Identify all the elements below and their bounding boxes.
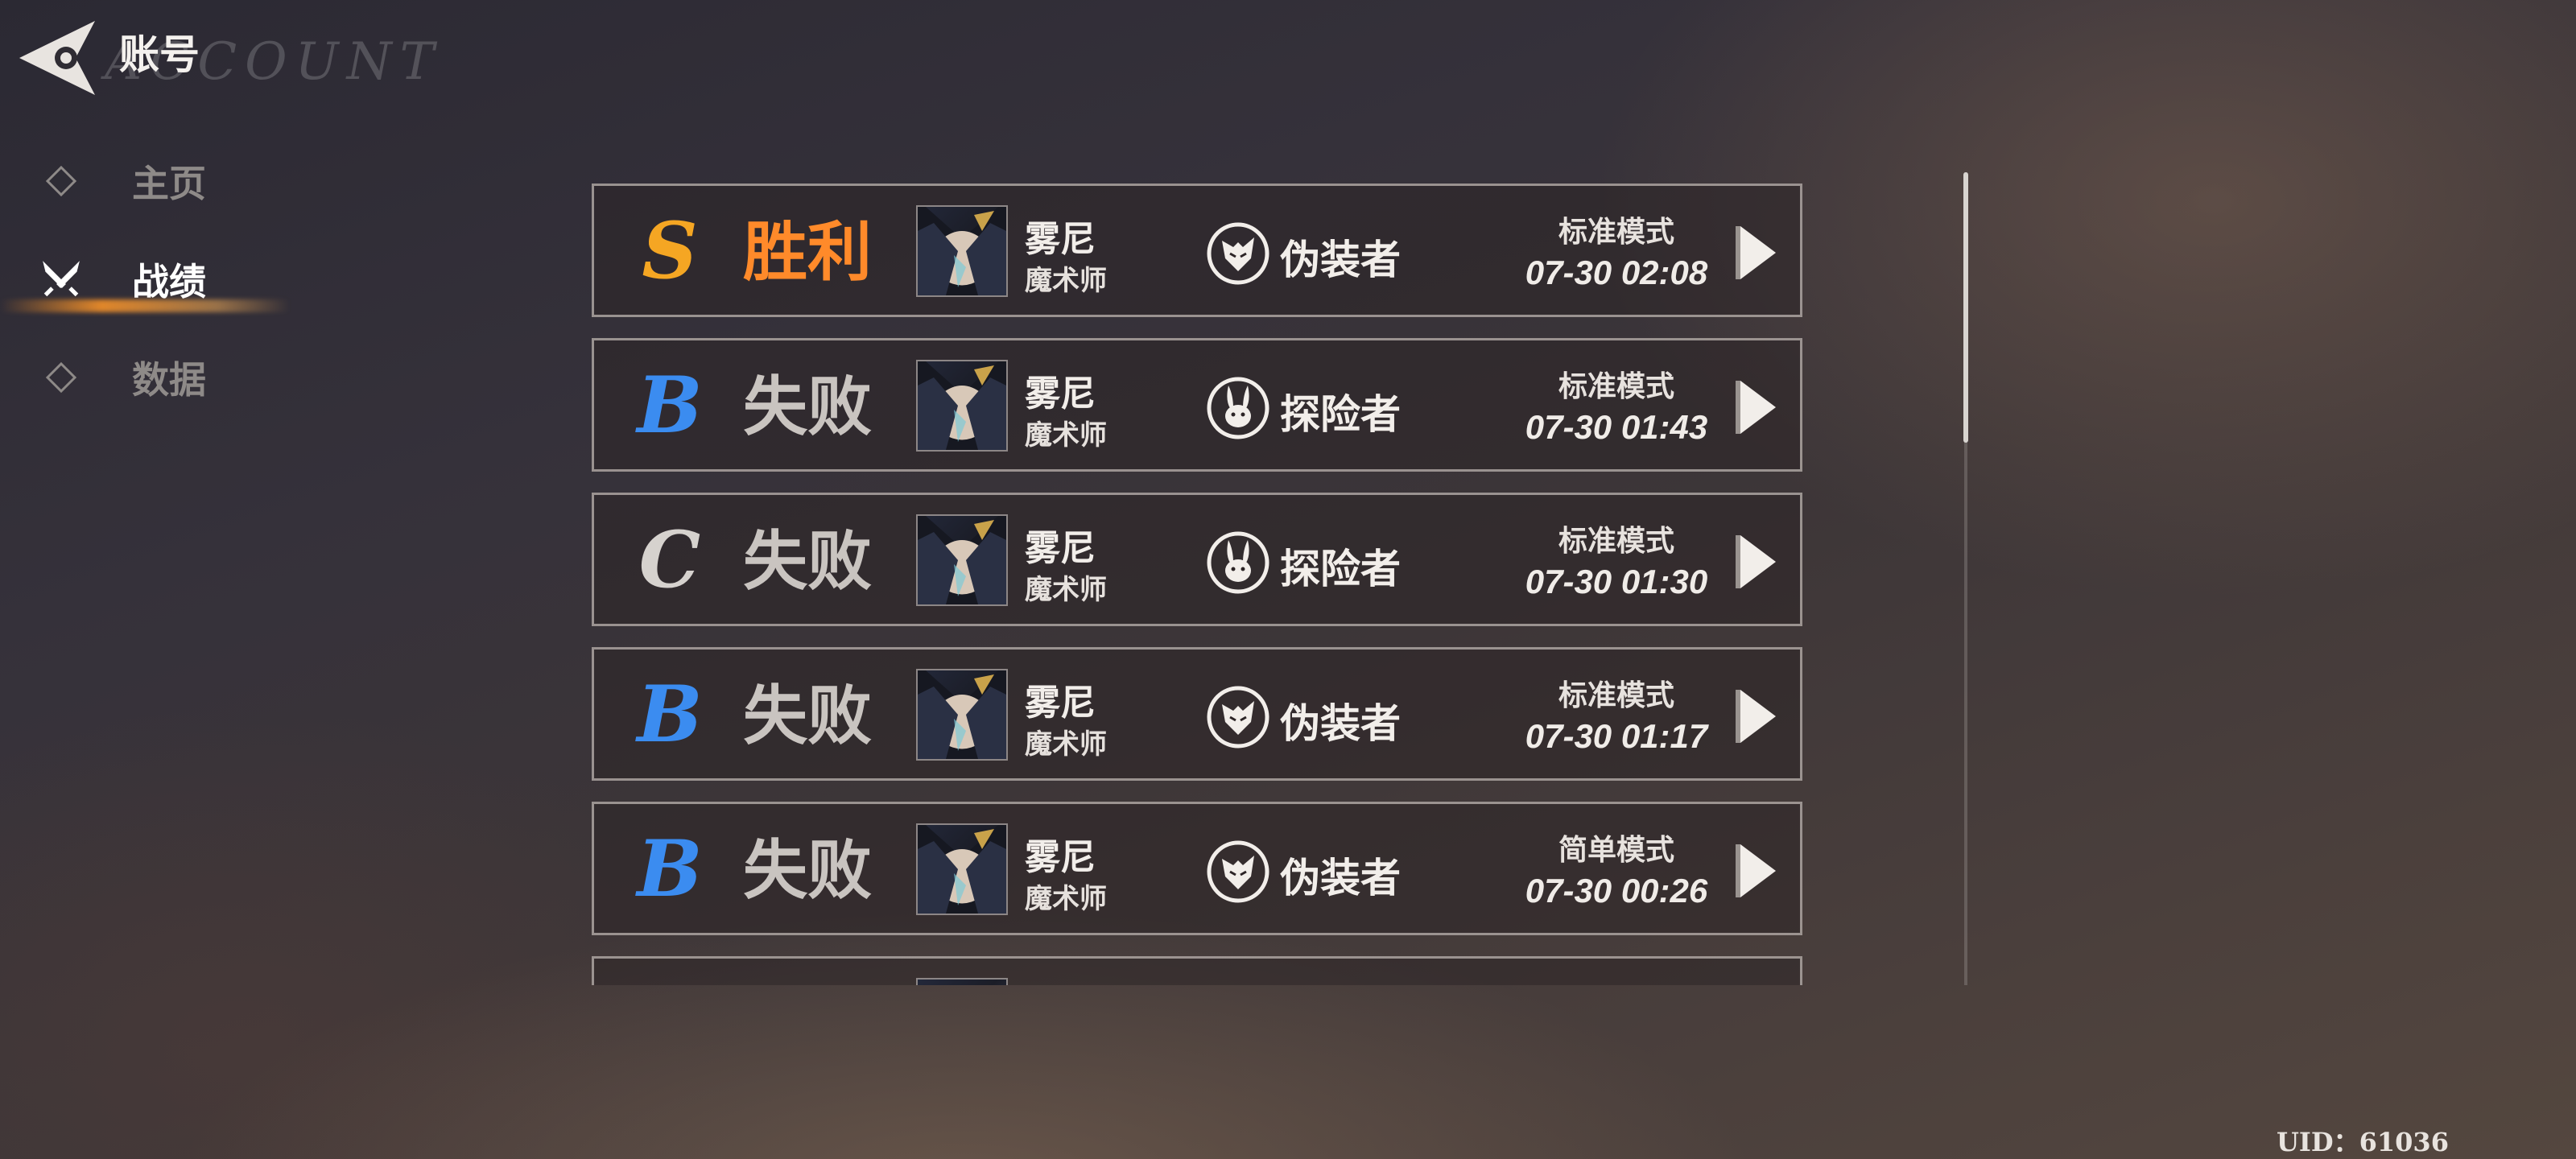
match-row[interactable]: B 失败 雾尼 魔术师 伪装者 标准模式 07-30 01:17 <box>592 647 1802 781</box>
sidebar-item-data[interactable]: 数据 <box>0 341 290 414</box>
sidebar-item-home[interactable]: 主页 <box>0 145 290 217</box>
svg-text:S: S <box>642 212 697 292</box>
character-name: 雾尼 <box>1025 219 1096 260</box>
rabbit-icon <box>1207 531 1269 594</box>
rank-b-icon: B <box>634 675 702 756</box>
character-name: 雾尼 <box>1025 683 1096 724</box>
svg-text:C: C <box>639 521 700 601</box>
rank-s-icon: S <box>642 212 697 292</box>
fox-mask-icon <box>1207 222 1269 285</box>
svg-text:B: B <box>634 675 702 756</box>
match-time: 07-30 01:43 <box>1525 408 1708 446</box>
crossed-swords-icon <box>39 257 84 302</box>
character-class: 魔术师 <box>1025 728 1107 761</box>
character-class: 魔术师 <box>1025 419 1107 452</box>
character-portrait <box>916 669 1008 761</box>
role-label: 伪装者 <box>1280 237 1401 283</box>
svg-text:B: B <box>634 366 702 447</box>
rank-c-icon: C <box>639 521 700 601</box>
character-portrait <box>916 205 1008 297</box>
result-label: 胜利 <box>743 214 872 290</box>
back-arrow-icon <box>19 21 95 95</box>
match-row[interactable]: C 失败 雾尼 魔术师 探险者 标准模式 07-30 01:30 <box>592 493 1802 626</box>
rank-b-icon: B <box>634 830 702 910</box>
match-row[interactable]: B 失败 雾尼 魔术师 伪装者 简单模式 07-30 00:26 <box>592 802 1802 935</box>
character-portrait <box>916 978 1008 985</box>
match-row[interactable]: B 失败 雾尼 魔术师 探险者 标准模式 07-30 01:43 <box>592 338 1802 472</box>
match-time: 07-30 01:30 <box>1525 563 1708 600</box>
diamond-icon <box>39 355 84 400</box>
sidebar-item-records[interactable]: 战绩 <box>0 243 290 316</box>
result-label: 失败 <box>743 678 872 753</box>
sidebar-item-label: 主页 <box>132 162 206 205</box>
match-row[interactable]: S 胜利 雾尼 魔术师 伪装者 标准模式 07-30 02:08 <box>592 184 1802 317</box>
role-label: 探险者 <box>1280 546 1401 592</box>
character-class: 魔术师 <box>1025 883 1107 915</box>
game-mode: 标准模式 <box>1558 216 1674 249</box>
fox-mask-icon <box>1207 686 1269 749</box>
match-time: 07-30 02:08 <box>1525 254 1708 291</box>
game-mode: 简单模式 <box>1558 834 1674 867</box>
sidebar-item-label: 数据 <box>132 358 206 402</box>
match-history-list[interactable]: S 胜利 雾尼 魔术师 伪装者 标准模式 07-30 02:08 B 失败 雾尼… <box>592 184 1807 985</box>
game-mode: 标准模式 <box>1558 525 1674 558</box>
rabbit-icon <box>1207 377 1269 439</box>
fox-mask-icon <box>1207 840 1269 903</box>
play-arrow-icon[interactable] <box>1732 532 1781 592</box>
character-portrait <box>916 823 1008 915</box>
diamond-icon <box>39 159 84 204</box>
character-class: 魔术师 <box>1025 265 1107 297</box>
character-portrait <box>916 514 1008 606</box>
uid-label: UID：61036 <box>2277 1127 2449 1157</box>
play-arrow-icon[interactable] <box>1732 223 1781 283</box>
sidebar-item-label: 战绩 <box>132 260 206 303</box>
play-arrow-icon[interactable] <box>1732 687 1781 746</box>
character-name: 雾尼 <box>1025 528 1096 569</box>
result-label: 失败 <box>743 523 872 599</box>
character-class: 魔术师 <box>1025 574 1107 606</box>
play-arrow-icon[interactable] <box>1732 377 1781 437</box>
game-mode: 标准模式 <box>1558 370 1674 403</box>
role-label: 伪装者 <box>1280 700 1401 747</box>
match-time: 07-30 00:26 <box>1525 872 1708 909</box>
svg-text:B: B <box>634 830 702 910</box>
page-title: 账号 <box>119 31 200 78</box>
rank-b-icon: B <box>634 366 702 447</box>
result-label: 失败 <box>743 832 872 908</box>
game-mode: 标准模式 <box>1558 679 1674 712</box>
character-name: 雾尼 <box>1025 373 1096 415</box>
character-name: 雾尼 <box>1025 837 1096 878</box>
role-label: 探险者 <box>1280 391 1401 438</box>
character-portrait <box>916 360 1008 452</box>
result-label: 失败 <box>743 369 872 444</box>
scrollbar-thumb[interactable] <box>1963 172 1968 443</box>
back-button[interactable] <box>16 18 105 98</box>
match-row-partial[interactable] <box>592 956 1802 985</box>
play-arrow-icon[interactable] <box>1732 841 1781 901</box>
match-time: 07-30 01:17 <box>1525 717 1708 755</box>
role-label: 伪装者 <box>1280 855 1401 901</box>
